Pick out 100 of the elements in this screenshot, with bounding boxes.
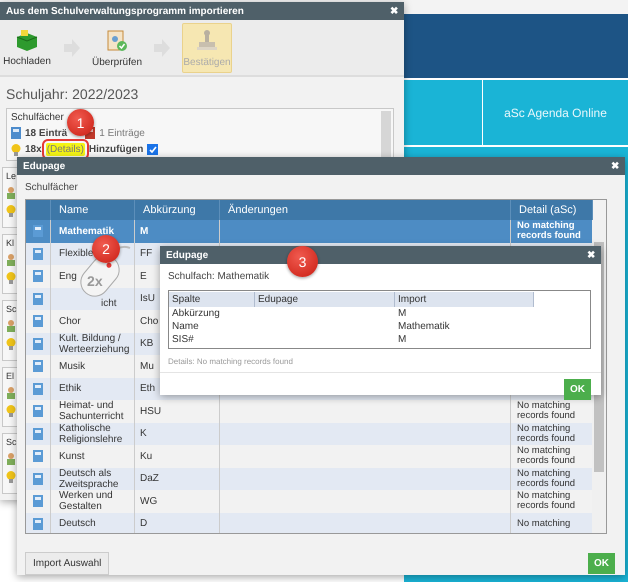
step-button[interactable]: Hochladen [2,22,52,73]
book-icon [33,405,43,418]
table-cell: Musik [59,360,86,372]
table-cell: DaZ [140,473,159,484]
dialog-subtitle: Schulfach: Mathematik [167,270,270,284]
section-title: Sc [6,304,17,314]
box-icon [15,28,39,51]
table-cell: M [398,334,406,345]
table-row[interactable]: Mathematik M No matching records found [26,220,593,242]
table-cell: Ethik [59,383,82,394]
details-note: Details: No matching records found [160,349,601,373]
table-cell: Flexible [59,248,94,260]
close-button[interactable]: ✖ [390,5,398,17]
table-cell: HSU [140,406,162,417]
bulb-icon [6,471,16,484]
table-cell: Mathematik [398,321,450,332]
table-cell: Mu [140,360,154,372]
close-button[interactable]: ✖ [587,249,595,261]
table-cell: No matching [517,518,570,529]
person-icon [6,453,16,466]
clipboard-icon [105,28,129,52]
table-cell: Mathematik [59,226,114,237]
book-icon [33,338,43,350]
book-icon [33,315,43,328]
table-cell: FF [140,248,152,260]
table-cell-text: No matching records found [517,401,576,422]
table-cell-text: No matching records found [517,221,582,242]
book-icon [33,270,43,282]
entry-count: 1 Einträge [99,128,145,139]
table-cell: M [398,308,406,319]
table-cell: Chor [59,316,81,327]
table-cell-text: Werken und Gestalten [59,490,114,512]
table-cell: Eth [140,383,156,394]
table-row[interactable]: Katholische Religionslehre K No matching records found [26,422,593,445]
person-icon [6,386,16,399]
school-year: Schuljahr: 2022/2023 [5,85,140,104]
table-row[interactable]: Deutsch D No matching [26,512,593,533]
section-title: Schulfächer [11,112,64,124]
table-cell: E [140,270,147,282]
table-cell: KB [140,338,154,350]
book-icon [33,495,43,508]
table-cell-text: Katholische Religionslehre [59,422,124,445]
bulb-icon [6,272,16,284]
book-icon [11,127,21,140]
table-cell: K [140,428,147,440]
table-cell: Kult. Bildung / Werteerziehung [59,332,130,355]
window-title: Edupage [166,250,208,260]
table-row[interactable]: Deutsch als Zweitsprache DaZ No matching records found [26,468,593,490]
step-button[interactable]: Überprüfen [92,22,142,73]
book-icon [33,225,43,238]
table-cell-text: Heimat- und Sachunterricht [59,400,124,422]
section-title: El [6,370,14,381]
book-icon [33,472,43,485]
section-title: Le [6,171,16,182]
bulb-icon [6,404,16,417]
menu-tile[interactable] [404,80,482,145]
table-cell: icht [101,298,117,309]
bulb-icon [6,205,16,218]
book-icon [33,360,43,372]
book-icon [33,518,43,530]
person-icon [6,254,16,266]
window-title: Edupage [23,160,66,172]
entry-count: 18 Einträ [25,128,68,139]
table-cell-text: No matching records found [517,491,576,512]
book-icon [33,428,43,440]
table-cell: IsU [140,293,155,304]
table-cell: Deutsch [59,518,96,530]
window-title: Aus dem Schulverwaltungsprogramm importieren [6,6,244,16]
table-cell: SIS# [172,334,194,345]
table-cell: WG [140,496,158,507]
checkbox-label: Hinzufügen [88,144,144,156]
section-title: Kl [6,238,14,248]
stamp-icon [195,28,219,52]
table-cell: Name [172,321,199,332]
section-title: Sc [6,437,17,448]
bulb-icon [6,338,16,350]
book-icon [33,382,43,395]
column-header: Edupage [255,292,395,307]
close-button[interactable]: ✖ [611,160,619,172]
book-icon [33,450,43,462]
entry-count: 18x [25,144,42,156]
bulb-icon [11,144,21,156]
table-cell-text: Deutsch als Zweitsprache [59,468,120,490]
table-cell: M [140,226,148,237]
table-cell: Eng [59,270,77,282]
table-cell-text: No matching records found [517,468,576,489]
table-cell: Abkürzung [172,308,220,319]
person-icon [6,320,16,332]
person-icon [6,187,16,200]
table-cell: D [140,518,148,530]
window-subtitle: Schulfächer [24,181,79,195]
table-cell-text: No matching records found [517,424,576,444]
table-cell: Kunst [59,450,85,462]
book-icon [33,248,43,260]
column-header: Import [395,292,534,307]
checkbox[interactable] [147,144,158,156]
book-icon [33,292,43,305]
import-button[interactable]: Import Auswahl [25,552,110,575]
column-header: Spalte [169,292,255,307]
details-link[interactable]: (Details) [46,143,85,156]
